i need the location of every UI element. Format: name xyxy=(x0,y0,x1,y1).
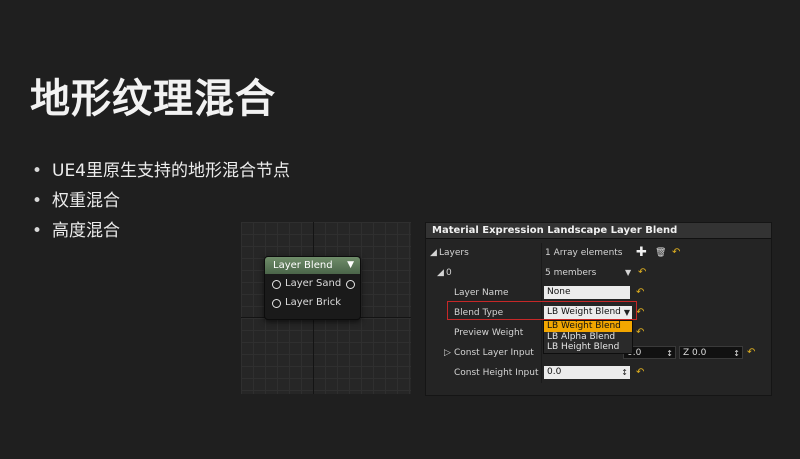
field-axis-label: Z xyxy=(683,348,690,358)
row-value: 1 Array elements xyxy=(545,248,623,258)
column-divider xyxy=(541,323,542,343)
bullet-text: 权重混合 xyxy=(52,191,120,211)
chevron-down-icon[interactable]: ▼ xyxy=(347,257,354,274)
drag-handle-icon[interactable]: ↕ xyxy=(666,347,673,360)
pin-label: Layer Sand xyxy=(285,278,342,289)
column-divider xyxy=(541,283,542,303)
row-label: Layers xyxy=(439,248,469,258)
reset-arrow-icon[interactable]: ↶ xyxy=(636,283,644,303)
bullet-text: 高度混合 xyxy=(52,221,120,241)
row-label: Preview Weight xyxy=(454,328,524,338)
details-row-item: ◢ 0 5 members ▼ ↶ xyxy=(426,263,771,283)
input-pin-icon[interactable] xyxy=(272,280,281,289)
bullet-item: • UE4里原生支持的地形混合节点 xyxy=(32,156,290,186)
const-height-input[interactable]: 0.0 ↕ xyxy=(544,366,630,379)
bullet-text: UE4里原生支持的地形混合节点 xyxy=(52,161,290,181)
reset-arrow-icon[interactable]: ↶ xyxy=(638,263,646,283)
node-pin-row: Layer Brick xyxy=(265,293,360,312)
layer-blend-node[interactable]: Layer Blend ▼ Layer Sand Layer Brick xyxy=(264,256,361,320)
reset-arrow-icon[interactable]: ↶ xyxy=(672,243,680,263)
reset-arrow-icon[interactable]: ↶ xyxy=(636,363,644,383)
collapse-arrow-icon[interactable]: ◢ xyxy=(430,243,437,263)
add-icon[interactable]: ✚ xyxy=(636,243,647,263)
row-label: Const Layer Input xyxy=(454,348,534,358)
material-graph-canvas[interactable]: Layer Blend ▼ Layer Sand Layer Brick xyxy=(241,222,411,394)
row-value: 5 members xyxy=(545,268,597,278)
drag-handle-icon[interactable]: ↕ xyxy=(621,366,628,379)
highlight-box xyxy=(447,301,637,320)
trash-icon[interactable]: 🗑 xyxy=(655,243,666,263)
details-row-const-height-input: Const Height Input 0.0 ↕ ↶ xyxy=(426,363,771,383)
column-divider xyxy=(541,263,542,283)
dropdown-option[interactable]: LB Height Blend xyxy=(544,342,632,353)
expand-arrow-icon[interactable]: ▷ xyxy=(444,343,451,363)
dropdown-option[interactable]: LB Alpha Blend xyxy=(544,332,632,343)
reset-arrow-icon[interactable]: ↶ xyxy=(747,343,755,363)
row-label: Const Height Input xyxy=(454,368,539,378)
node-header[interactable]: Layer Blend ▼ xyxy=(265,257,360,274)
row-label: Layer Name xyxy=(454,288,509,298)
node-title: Layer Blend xyxy=(273,260,333,271)
output-pin-icon[interactable] xyxy=(346,280,355,289)
bullet-item: • 权重混合 xyxy=(32,186,290,216)
chevron-down-icon[interactable]: ▼ xyxy=(625,263,631,283)
bullet-dot: • xyxy=(32,161,43,181)
bullet-dot: • xyxy=(32,221,43,241)
node-pin-row: Layer Sand xyxy=(265,274,360,293)
input-pin-icon[interactable] xyxy=(272,299,281,308)
const-layer-z-input[interactable]: Z 0.0 ↕ xyxy=(679,346,743,359)
reset-arrow-icon[interactable]: ↶ xyxy=(636,323,644,343)
collapse-arrow-icon[interactable]: ◢ xyxy=(437,263,444,283)
field-value: 0.0 xyxy=(547,367,562,377)
slide-title: 地形纹理混合 xyxy=(30,76,276,122)
reset-arrow-icon[interactable]: ↶ xyxy=(636,303,644,323)
drag-handle-icon[interactable]: ↕ xyxy=(733,347,740,360)
column-divider xyxy=(541,243,542,263)
row-label: 0 xyxy=(446,268,452,278)
field-value: 0.0 xyxy=(692,348,707,358)
column-divider xyxy=(541,343,542,363)
dropdown-option[interactable]: LB Weight Blend xyxy=(544,321,632,332)
layer-name-input[interactable]: None xyxy=(544,286,630,299)
blend-type-dropdown[interactable]: LB Weight Blend LB Alpha Blend LB Height… xyxy=(543,320,633,354)
details-panel-title: Material Expression Landscape Layer Blen… xyxy=(426,223,771,239)
details-row-layers: ◢ Layers 1 Array elements ✚ 🗑 ↶ xyxy=(426,243,771,263)
details-row-layer-name: Layer Name None ↶ xyxy=(426,283,771,303)
bullet-dot: • xyxy=(32,191,43,211)
column-divider xyxy=(541,363,542,383)
pin-label: Layer Brick xyxy=(285,297,342,308)
